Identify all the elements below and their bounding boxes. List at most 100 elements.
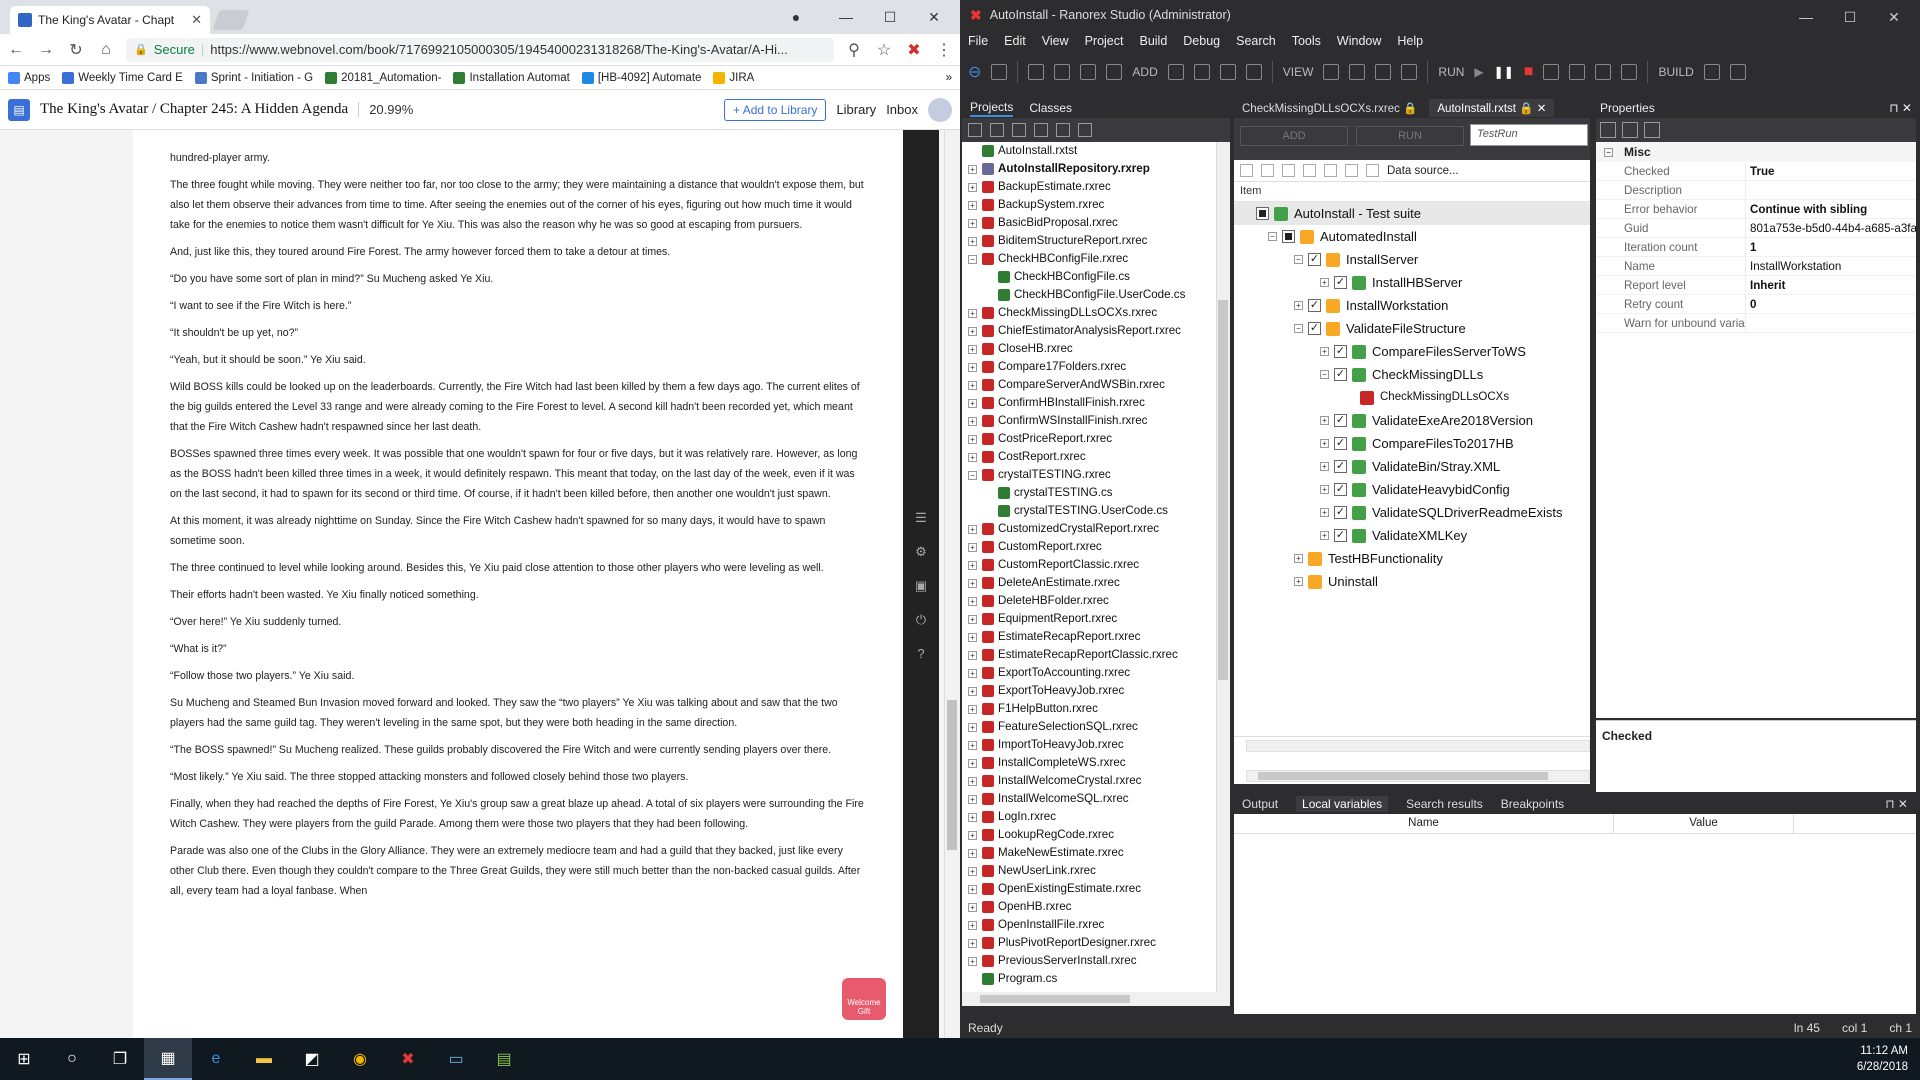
menu-item-window[interactable]: Window bbox=[1337, 34, 1381, 48]
expand-icon[interactable]: + bbox=[968, 345, 977, 354]
project-item[interactable]: − CheckHBConfigFile.rxrec bbox=[962, 250, 1216, 268]
collapse-icon[interactable]: − bbox=[968, 471, 977, 480]
property-value[interactable]: 1 bbox=[1746, 238, 1916, 256]
step-over-icon[interactable] bbox=[1595, 64, 1612, 80]
add-recording-icon[interactable] bbox=[1167, 64, 1184, 80]
expand-icon[interactable]: + bbox=[1320, 347, 1329, 356]
project-item[interactable]: + ImportToHeavyJob.rxrec bbox=[962, 736, 1216, 754]
menu-item-help[interactable]: Help bbox=[1397, 34, 1423, 48]
windows-start-icon[interactable]: ⊞ bbox=[0, 1038, 48, 1080]
ranorex-icon[interactable]: ✖ bbox=[384, 1038, 432, 1080]
checkbox[interactable]: ✓ bbox=[1334, 368, 1347, 381]
forward-icon[interactable]: → bbox=[36, 41, 56, 59]
expand-icon[interactable]: + bbox=[968, 741, 977, 750]
expand-icon[interactable]: + bbox=[968, 219, 977, 228]
project-item[interactable]: + Compare17Folders.rxrec bbox=[962, 358, 1216, 376]
bookmark-item[interactable]: [HB-4092] Automate bbox=[581, 71, 701, 84]
checkbox[interactable]: ✓ bbox=[1334, 276, 1347, 289]
address-bar[interactable]: 🔒 Secure | https://www.webnovel.com/book… bbox=[126, 37, 834, 62]
extension-icon[interactable]: ✖ bbox=[904, 40, 924, 60]
expand-icon[interactable]: + bbox=[968, 237, 977, 246]
run-toolbar-label[interactable]: RUN bbox=[1438, 65, 1464, 79]
save-icon[interactable] bbox=[1080, 64, 1097, 80]
view-toolbar-label[interactable]: VIEW bbox=[1283, 65, 1314, 79]
property-row[interactable]: Iteration count 1 bbox=[1596, 238, 1916, 257]
expand-icon[interactable]: + bbox=[1294, 301, 1303, 310]
collapse-icon[interactable]: − bbox=[1268, 232, 1277, 241]
tab-breakpoints[interactable]: Breakpoints bbox=[1501, 797, 1564, 811]
bookmark-item[interactable]: Sprint - Initiation - G bbox=[194, 71, 313, 84]
tab-projects[interactable]: Projects bbox=[970, 100, 1014, 117]
suite-item[interactable]: CheckMissingDLLsOCXs bbox=[1234, 386, 1590, 409]
project-item[interactable]: + ExportToAccounting.rxrec bbox=[962, 664, 1216, 682]
add-code-icon[interactable] bbox=[1193, 64, 1210, 80]
menu-item-edit[interactable]: Edit bbox=[1004, 34, 1026, 48]
app-window-icon[interactable]: ▤ bbox=[480, 1038, 528, 1080]
property-value[interactable]: Inherit bbox=[1746, 276, 1916, 294]
property-row[interactable]: Error behavior Continue with sibling bbox=[1596, 200, 1916, 219]
menu-item-search[interactable]: Search bbox=[1236, 34, 1276, 48]
expand-icon[interactable]: + bbox=[1320, 462, 1329, 471]
project-item[interactable]: + EstimateRecapReportClassic.rxrec bbox=[962, 646, 1216, 664]
project-item[interactable]: + F1HelpButton.rxrec bbox=[962, 700, 1216, 718]
profile-icon[interactable]: ● bbox=[780, 4, 812, 30]
open-folder-icon[interactable] bbox=[1078, 123, 1092, 137]
project-item[interactable]: + MakeNewEstimate.rxrec bbox=[962, 844, 1216, 862]
checkbox[interactable]: ✓ bbox=[1334, 345, 1347, 358]
welcome-gift-button[interactable]: Welcome Gift bbox=[842, 978, 886, 1020]
toc-icon[interactable]: ☰ bbox=[915, 510, 927, 526]
expand-icon[interactable]: + bbox=[968, 165, 977, 174]
suite-item[interactable]: + ✓ InstallWorkstation bbox=[1234, 294, 1590, 317]
property-value[interactable]: True bbox=[1746, 162, 1916, 180]
expand-icon[interactable]: + bbox=[968, 309, 977, 318]
property-value[interactable]: InstallWorkstation bbox=[1746, 257, 1916, 275]
property-value[interactable] bbox=[1746, 181, 1916, 199]
close-window-button[interactable]: ✕ bbox=[918, 4, 950, 30]
project-item[interactable]: + NewUserLink.rxrec bbox=[962, 862, 1216, 880]
expand-icon[interactable]: + bbox=[1320, 508, 1329, 517]
rx-minimize-button[interactable]: — bbox=[1790, 4, 1822, 30]
suite-item[interactable]: + ✓ ValidateSQLDriverReadmeExists bbox=[1234, 501, 1590, 524]
property-row[interactable]: Retry count 0 bbox=[1596, 295, 1916, 314]
store-icon[interactable]: ◩ bbox=[288, 1038, 336, 1080]
expand-icon[interactable]: + bbox=[968, 885, 977, 894]
expand-icon[interactable]: + bbox=[968, 543, 977, 552]
close-tab-icon[interactable]: ✕ bbox=[191, 12, 202, 28]
data-source-button[interactable]: Data source... bbox=[1387, 165, 1459, 177]
expand-icon[interactable]: + bbox=[968, 849, 977, 858]
project-item[interactable]: crystalTESTING.cs bbox=[962, 484, 1216, 502]
project-item[interactable]: + BasicBidProposal.rxrec bbox=[962, 214, 1216, 232]
checkbox[interactable]: ✓ bbox=[1308, 322, 1321, 335]
bookmark-item[interactable]: Installation Automat bbox=[453, 71, 570, 84]
suite-hscrollbar[interactable] bbox=[1246, 740, 1590, 752]
redo-icon[interactable] bbox=[1345, 164, 1358, 177]
collapse-icon[interactable]: − bbox=[1604, 148, 1613, 157]
expand-icon[interactable]: + bbox=[968, 687, 977, 696]
menu-item-build[interactable]: Build bbox=[1139, 34, 1167, 48]
project-item[interactable]: + AutoInstallRepository.rxrep bbox=[962, 160, 1216, 178]
collapse-icon[interactable] bbox=[968, 123, 982, 137]
project-item[interactable]: + EstimateRecapReport.rxrec bbox=[962, 628, 1216, 646]
expand-icon[interactable]: + bbox=[968, 921, 977, 930]
avatar[interactable] bbox=[928, 97, 952, 122]
checkbox[interactable]: ✓ bbox=[1334, 414, 1347, 427]
checkbox[interactable] bbox=[1256, 207, 1269, 220]
project-item[interactable]: − crystalTESTING.rxrec bbox=[962, 466, 1216, 484]
scrollbar-thumb[interactable] bbox=[980, 995, 1130, 1003]
suite-item[interactable]: − ✓ ValidateFileStructure bbox=[1234, 317, 1590, 340]
pause-icon[interactable]: ❚❚ bbox=[1494, 65, 1514, 79]
run-config-select[interactable]: TestRun bbox=[1470, 124, 1588, 146]
project-item[interactable]: + CompareServerAndWSBin.rxrec bbox=[962, 376, 1216, 394]
project-item[interactable]: + CustomReportClassic.rxrec bbox=[962, 556, 1216, 574]
report-icon[interactable] bbox=[1375, 64, 1392, 80]
pin-close-icon[interactable]: ⊓ ✕ bbox=[1889, 101, 1912, 115]
paste-icon[interactable] bbox=[1282, 164, 1295, 177]
project-item[interactable]: + DeleteAnEstimate.rxrec bbox=[962, 574, 1216, 592]
project-item[interactable]: + ConfirmHBInstallFinish.rxrec bbox=[962, 394, 1216, 412]
new-icon[interactable] bbox=[1028, 64, 1045, 80]
bookmark-item[interactable]: JIRA bbox=[713, 71, 754, 84]
folder-icon[interactable] bbox=[1323, 64, 1340, 80]
menu-item-tools[interactable]: Tools bbox=[1292, 34, 1321, 48]
add-item-icon[interactable] bbox=[1245, 64, 1262, 80]
expand-icon[interactable]: + bbox=[1320, 278, 1329, 287]
